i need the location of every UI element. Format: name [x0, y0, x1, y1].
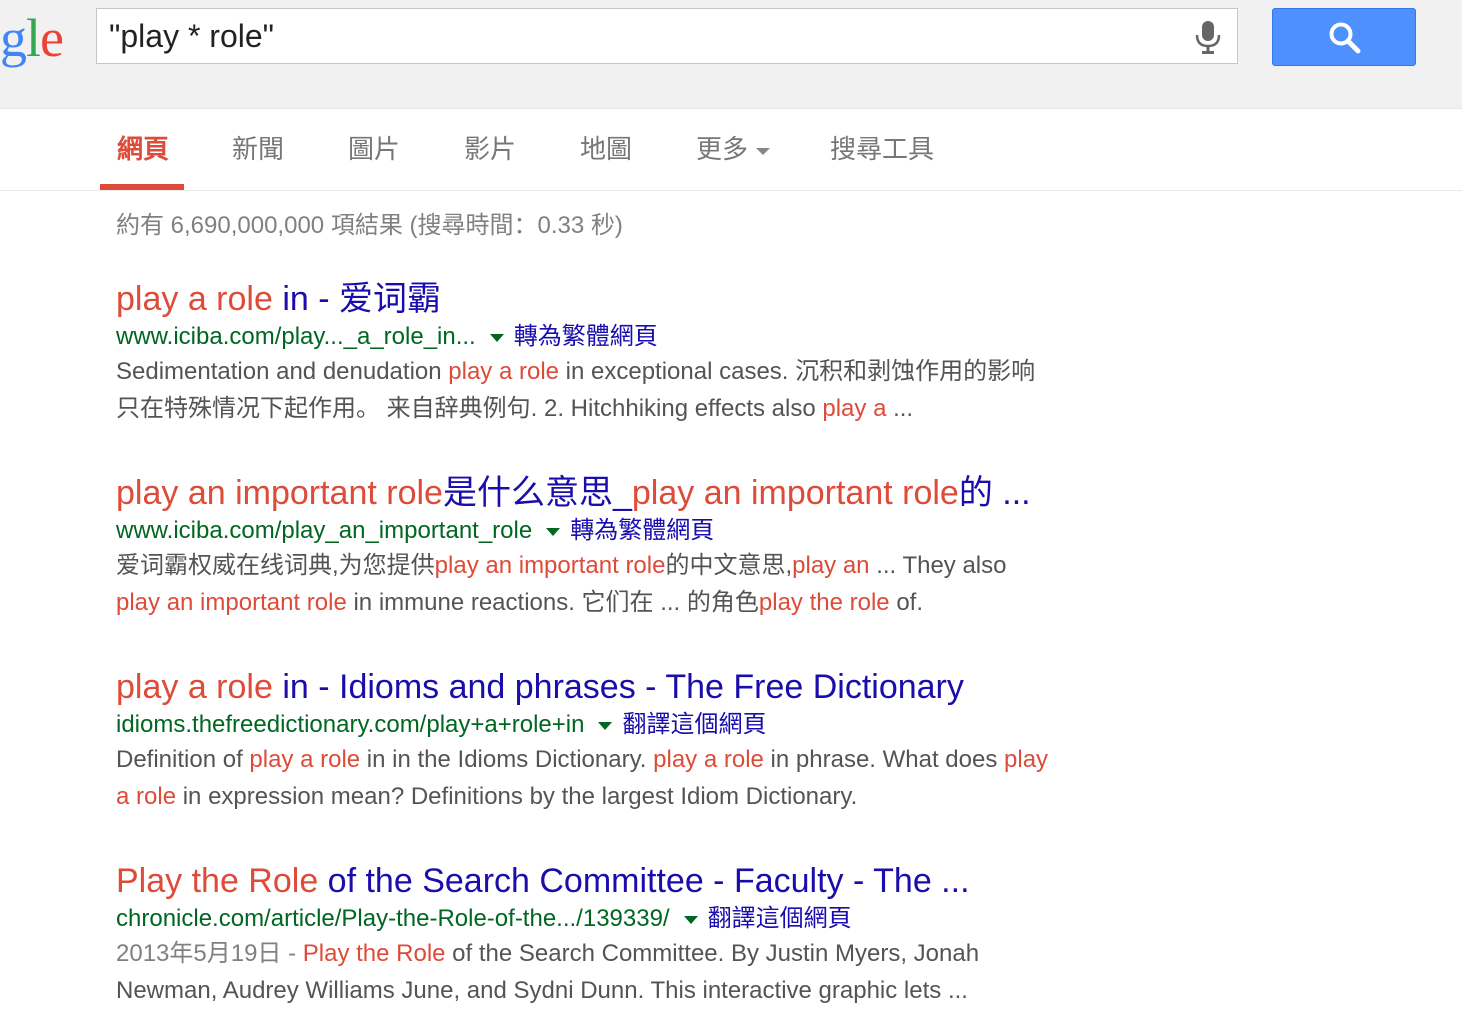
- text-segment: 的 ...: [958, 474, 1031, 512]
- tab-news[interactable]: 新聞: [232, 132, 284, 166]
- result-url-line: www.iciba.com/play..._a_role_in... 轉為繁體網頁: [116, 321, 1176, 353]
- result-url-line: www.iciba.com/play_an_important_role 轉為繁體…: [116, 515, 1176, 547]
- logo-letter-g: g: [0, 8, 27, 68]
- text-segment: ... They also: [869, 552, 1007, 579]
- highlighted-term: Play the Role: [302, 940, 446, 967]
- result-snippet-line: play an important role in immune reactio…: [116, 585, 1176, 621]
- result-url: www.iciba.com/play..._a_role_in...: [116, 323, 476, 350]
- top-bar: gle: [0, 0, 1462, 109]
- text-segment: of the Search Committee. By Justin Myers…: [445, 940, 980, 967]
- text-segment: Newman, Audrey Williams June, and Sydni …: [116, 977, 968, 1004]
- result-snippet-line: 只在特殊情况下起作用。 来自辞典例句. 2. Hitchhiking effec…: [116, 391, 1176, 427]
- result-url: www.iciba.com/play_an_important_role: [116, 517, 533, 544]
- caret-down-icon[interactable]: [598, 721, 613, 730]
- result-url-line: idioms.thefreedictionary.com/play+a+role…: [116, 709, 1176, 741]
- text-segment: in in the Idioms Dictionary.: [360, 746, 654, 773]
- highlighted-term: play: [1004, 746, 1049, 773]
- tab-images[interactable]: 圖片: [348, 132, 400, 166]
- text-segment: in - Idioms and phrases - The Free Dicti…: [272, 668, 964, 706]
- result-snippet-line: 2013年5月19日 - Play the Role of the Search…: [116, 936, 1176, 972]
- highlighted-term: play an: [792, 552, 870, 579]
- text-segment: 爱词霸权威在线词典,为您提供: [116, 552, 435, 579]
- highlighted-term: play an important role: [631, 474, 959, 512]
- highlighted-term: play a role: [116, 280, 273, 318]
- highlighted-term: play a role: [653, 746, 764, 773]
- tab-more[interactable]: 更多: [696, 132, 771, 166]
- result-snippet-line: Sedimentation and denudation play a role…: [116, 354, 1176, 390]
- result-title-link[interactable]: play a role in - Idioms and phrases - Th…: [116, 666, 1176, 708]
- highlighted-term: Play the Role: [116, 862, 319, 900]
- search-result: play a role in - 爱词霸 www.iciba.com/play..…: [116, 278, 1176, 427]
- result-url-line: chronicle.com/article/Play-the-Role-of-t…: [116, 903, 1176, 935]
- result-title-link[interactable]: Play the Role of the Search Committee - …: [116, 860, 1176, 902]
- highlighted-term: a role: [116, 783, 177, 810]
- text-segment: of the Search Committee - Faculty - The …: [318, 862, 970, 900]
- text-segment: in immune reactions. 它们在 ... 的角色: [346, 589, 759, 616]
- result-snippet-line: a role in expression mean? Definitions b…: [116, 779, 1176, 815]
- search-result: play a role in - Idioms and phrases - Th…: [116, 666, 1176, 815]
- text-segment: in expression mean? Definitions by the l…: [176, 783, 858, 810]
- text-segment: Definition of: [116, 746, 250, 773]
- highlighted-term: play an important role: [434, 552, 666, 579]
- tab-more-label: 更多: [696, 134, 749, 164]
- highlighted-term: play an important role: [116, 589, 347, 616]
- tab-web[interactable]: 網頁: [117, 132, 169, 166]
- tab-maps[interactable]: 地圖: [580, 132, 632, 166]
- result-snippet-line: Definition of play a role in in the Idio…: [116, 742, 1176, 778]
- text-segment: ...: [886, 395, 914, 422]
- result-url: idioms.thefreedictionary.com/play+a+role…: [116, 711, 585, 738]
- caret-down-icon[interactable]: [683, 915, 698, 924]
- text-segment: 是什么意思_: [442, 474, 632, 512]
- translate-link[interactable]: 翻譯這個網頁: [708, 905, 852, 932]
- google-logo[interactable]: gle: [0, 8, 64, 68]
- text-segment: in exceptional cases. 沉积和剥蚀作用的影响: [559, 358, 1036, 385]
- search-button[interactable]: [1272, 8, 1416, 66]
- highlighted-term: play a role: [116, 668, 273, 706]
- search-tabs: 網頁 新聞 圖片 影片 地圖 更多 搜尋工具: [0, 108, 1462, 191]
- tab-search-tools[interactable]: 搜尋工具: [830, 132, 934, 166]
- highlighted-term: play the role: [758, 589, 890, 616]
- text-segment: 的中文意思,: [665, 552, 793, 579]
- highlighted-term: play a: [822, 395, 887, 422]
- translate-link[interactable]: 轉為繁體網頁: [570, 517, 714, 544]
- highlighted-term: play a role: [249, 746, 361, 773]
- text-segment: Sedimentation and denudation: [116, 358, 449, 385]
- tab-videos[interactable]: 影片: [464, 132, 516, 166]
- caret-down-icon[interactable]: [546, 527, 561, 536]
- search-result: Play the Role of the Search Committee - …: [116, 860, 1176, 1009]
- result-date: 2013年5月19日 -: [116, 940, 303, 967]
- translate-link[interactable]: 翻譯這個網頁: [622, 711, 766, 738]
- result-url: chronicle.com/article/Play-the-Role-of-t…: [116, 905, 670, 932]
- result-title-link[interactable]: play an important role是什么意思_play an impo…: [116, 472, 1176, 514]
- search-input[interactable]: [109, 15, 1169, 57]
- result-stats: 約有 6,690,000,000 項結果 (搜尋時間：0.33 秒): [116, 212, 623, 239]
- translate-link[interactable]: 轉為繁體網頁: [514, 323, 658, 350]
- result-snippet-line: Newman, Audrey Williams June, and Sydni …: [116, 973, 1176, 1009]
- magnifier-icon: [1329, 22, 1361, 54]
- text-segment: in phrase. What does: [763, 746, 1005, 773]
- caret-down-icon: [756, 147, 771, 155]
- active-tab-indicator: [100, 184, 184, 190]
- text-segment: 只在特殊情况下起作用。 来自辞典例句. 2. Hitchhiking effec…: [116, 395, 823, 422]
- highlighted-term: play a role: [448, 358, 559, 385]
- text-segment: in - 爱词霸: [272, 280, 441, 318]
- logo-letter-l: l: [26, 8, 41, 68]
- highlighted-term: play an important role: [116, 474, 443, 512]
- caret-down-icon[interactable]: [489, 333, 504, 342]
- text-segment: of.: [889, 589, 924, 616]
- result-title-link[interactable]: play a role in - 爱词霸: [116, 278, 1176, 320]
- search-box: [96, 8, 1238, 64]
- microphone-icon[interactable]: [1193, 19, 1223, 55]
- result-snippet-line: 爱词霸权威在线词典,为您提供play an important role的中文意…: [116, 548, 1176, 584]
- search-result: play an important role是什么意思_play an impo…: [116, 472, 1176, 621]
- logo-letter-e: e: [40, 8, 64, 68]
